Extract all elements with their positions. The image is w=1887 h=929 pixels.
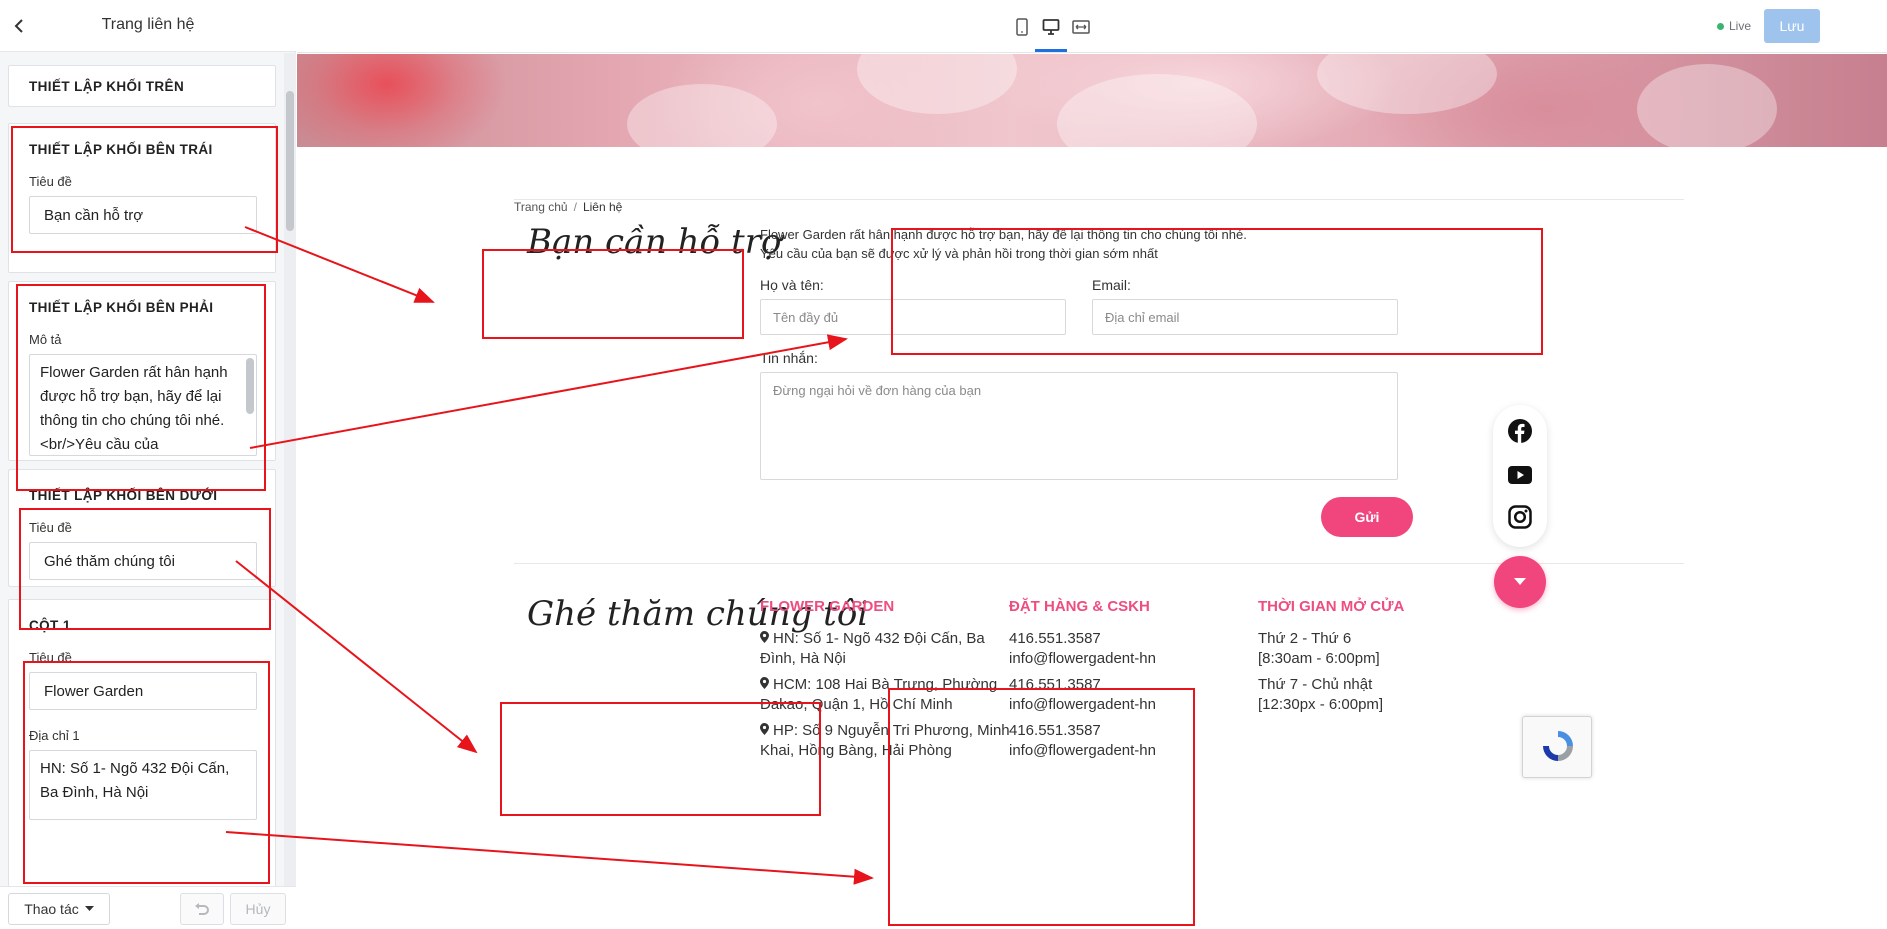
intro-line-2: Yêu cầu của bạn sẽ được xử lý và phản hồ… — [760, 246, 1158, 261]
tablet-icon — [1016, 18, 1028, 36]
sidebar-scrollbar[interactable] — [284, 53, 296, 886]
facebook-icon — [1508, 419, 1532, 443]
map-pin-icon — [760, 677, 769, 689]
column1-card: CỘT 1 Tiêu đề Địa chỉ 1 HN: Số 1- Ngõ 43… — [8, 599, 276, 886]
email-input[interactable] — [1092, 299, 1398, 335]
recaptcha-badge — [1522, 716, 1592, 778]
hero-banner-image — [297, 54, 1887, 147]
bottom-block-title: THIẾT LẬP KHỐI BÊN DƯỚI — [29, 488, 218, 503]
instagram-link[interactable] — [1508, 505, 1532, 529]
address-hcm: HCM: 108 Hai Bà Trưng, Phường Đakao, Quậ… — [760, 676, 998, 713]
name-label: Họ và tên: — [760, 277, 824, 293]
column1-address-textarea[interactable]: HN: Số 1- Ngõ 432 Đội Cấn, Ba Đình, Hà N… — [29, 750, 257, 820]
sidebar-scroll-area: THIẾT LẬP KHỐI TRÊN THIẾT LẬP KHỐI BÊN T… — [0, 53, 296, 886]
contact-2: 416.551.3587 info@flowergadent-hn — [1009, 676, 1156, 713]
right-block-label: Mô tả — [29, 332, 62, 347]
left-block-card: THIẾT LẬP KHỐI BÊN TRÁI Tiêu đề — [8, 123, 276, 273]
caret-down-icon — [84, 906, 94, 911]
send-button[interactable]: Gửi — [1321, 497, 1413, 537]
sidebar-footer: Thao tác Hủy — [0, 886, 296, 929]
bottom-block-card: THIẾT LẬP KHỐI BÊN DƯỚI Tiêu đề — [8, 469, 276, 587]
editor-topbar: Live Lưu — [297, 0, 1887, 53]
live-label: Live — [1729, 19, 1752, 33]
bottom-block-label: Tiêu đề — [29, 520, 72, 535]
breadcrumb-separator: / — [573, 200, 577, 214]
textarea-scrollbar[interactable] — [246, 358, 254, 414]
live-status: Live — [1717, 19, 1751, 33]
name-input[interactable] — [760, 299, 1066, 335]
recaptcha-icon — [1543, 731, 1573, 761]
column1-title-input[interactable] — [29, 672, 257, 710]
column-order-title: ĐẶT HÀNG & CSKH — [1009, 598, 1150, 615]
live-dot-icon — [1717, 22, 1724, 30]
column1-title-label: Tiêu đề — [29, 650, 72, 665]
left-block-label: Tiêu đề — [29, 174, 72, 189]
address-hn: HN: Số 1- Ngõ 432 Đội Cấn, Ba Đình, Hà N… — [760, 630, 985, 667]
divider-top — [514, 199, 1684, 200]
desktop-icon — [1042, 19, 1060, 35]
email-label: Email: — [1092, 277, 1131, 293]
scroll-down-button[interactable] — [1494, 556, 1546, 608]
sidebar-scrollbar-thumb[interactable] — [286, 91, 294, 231]
contact-3: 416.551.3587 info@flowergadent-hn — [1009, 722, 1156, 759]
sidebar-header: Trang liên hệ — [0, 0, 296, 52]
tablet-view-button[interactable] — [1009, 14, 1035, 40]
message-textarea[interactable] — [760, 372, 1398, 480]
social-floating-bar — [1493, 405, 1547, 547]
facebook-link[interactable] — [1508, 419, 1532, 443]
actions-label: Thao tác — [24, 901, 79, 917]
undo-icon — [195, 903, 209, 915]
right-block-card: THIẾT LẬP KHỐI BÊN PHẢI Mô tả Flower Gar… — [8, 281, 276, 461]
column-hours-title: THỜI GIAN MỞ CỬA — [1258, 598, 1405, 615]
fullwidth-icon — [1072, 20, 1090, 34]
sidebar-title: Trang liên hệ — [101, 16, 195, 33]
bottom-block-title-input[interactable] — [29, 542, 257, 580]
column1-address-label: Địa chỉ 1 — [29, 728, 80, 743]
breadcrumb-current: Liên hệ — [582, 200, 623, 214]
address-hp: HP: Số 9 Nguyễn Tri Phương, Minh Khai, H… — [760, 722, 1010, 759]
column-flower-garden-title: FLOWER GARDEN — [760, 598, 895, 615]
support-heading: Bạn cần hỗ trợ — [527, 222, 782, 262]
undo-button[interactable] — [180, 893, 224, 925]
message-label: Tin nhắn: — [760, 350, 818, 366]
map-pin-icon — [760, 631, 769, 643]
top-block-title: THIẾT LẬP KHỐI TRÊN — [29, 79, 185, 94]
contact-1: 416.551.3587 info@flowergadent-hn — [1009, 630, 1156, 667]
intro-text: Flower Garden rất hân hạnh được hỗ trợ b… — [760, 225, 1247, 263]
arrow-down-icon — [1514, 578, 1526, 585]
youtube-link[interactable] — [1508, 463, 1532, 487]
column1-title: CỘT 1 — [29, 618, 71, 633]
instagram-icon — [1508, 505, 1532, 529]
left-block-title-input[interactable] — [29, 196, 257, 234]
map-pin-icon — [760, 723, 769, 735]
breadcrumb-home-link[interactable]: Trang chủ — [514, 200, 568, 214]
fullwidth-view-button[interactable] — [1068, 14, 1094, 40]
hours-weekday: Thứ 2 - Thứ 6 [8:30am - 6:00pm] — [1258, 630, 1380, 667]
active-device-indicator — [1035, 49, 1067, 52]
intro-line-1: Flower Garden rất hân hạnh được hỗ trợ b… — [760, 227, 1247, 242]
cancel-button[interactable]: Hủy — [230, 893, 286, 925]
left-block-title: THIẾT LẬP KHỐI BÊN TRÁI — [29, 142, 213, 157]
youtube-icon — [1508, 466, 1532, 484]
hours-weekend: Thứ 7 - Chủ nhật [12:30px - 6:00pm] — [1258, 676, 1384, 713]
save-button[interactable]: Lưu — [1764, 9, 1820, 43]
right-block-description-textarea[interactable]: Flower Garden rất hân hạnh được hỗ trợ b… — [29, 354, 257, 456]
page-preview: Trang chủ / Liên hệ Bạn cần hỗ trợ Flower … — [297, 54, 1887, 929]
actions-dropdown-button[interactable]: Thao tác — [8, 893, 110, 925]
top-block-card[interactable]: THIẾT LẬP KHỐI TRÊN — [8, 65, 276, 107]
desktop-view-button[interactable] — [1038, 14, 1064, 40]
breadcrumb: Trang chủ / Liên hệ — [514, 200, 622, 214]
settings-sidebar: Trang liên hệ THIẾT LẬP KHỐI TRÊN THIẾT … — [0, 0, 296, 929]
right-block-title: THIẾT LẬP KHỐI BÊN PHẢI — [29, 300, 214, 315]
